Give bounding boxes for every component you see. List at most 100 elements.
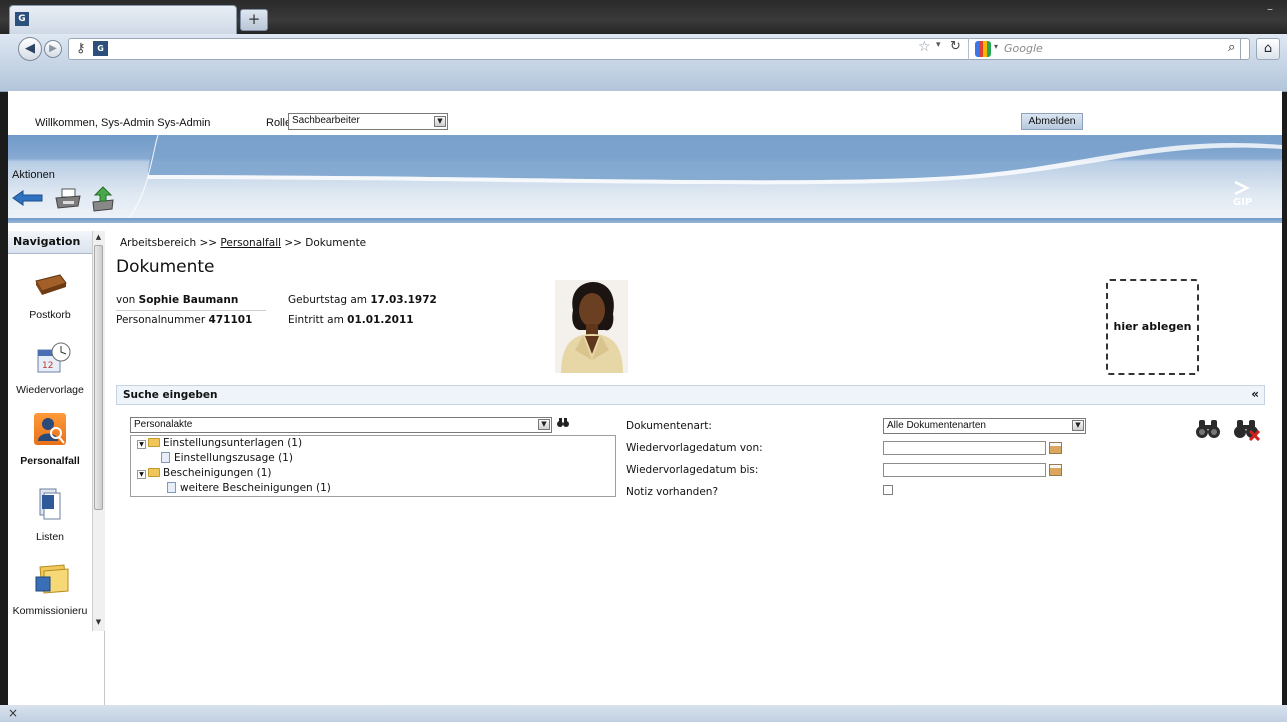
document-icon [161,452,170,463]
collapse-icon[interactable]: « [1251,387,1259,401]
navigation-panel: Navigation ▲ ▼ Postkorb 12 Wiedervorlage [8,231,105,705]
navigation-scrollbar[interactable]: ▲ ▼ [92,231,105,631]
breadcrumb-link-personalfall[interactable]: Personalfall [220,237,281,249]
search-binoculars-icon[interactable] [1196,419,1220,442]
clear-search-binoculars-icon[interactable] [1234,419,1261,444]
document-tree: ▼ Einstellungsunterlagen (1) Einstellungs… [130,435,616,497]
scroll-up-icon[interactable]: ▲ [93,231,104,243]
wv-von-input[interactable] [883,441,1046,455]
info-divider [116,310,266,311]
tree-node-einstellungszusage[interactable]: Einstellungszusage (1) [161,452,293,464]
export-icon[interactable] [90,186,116,215]
google-engine-icon[interactable] [975,41,991,57]
document-icon [167,482,176,493]
tree-node-label: Bescheinigungen (1) [163,467,272,479]
person-photo [555,280,628,373]
breadcrumb-end: >> Dokumente [281,237,367,249]
geburtstag-prefix: Geburtstag am [288,294,371,306]
nav-label-postkorb: Postkorb [29,309,71,321]
tree-search-binoculars-icon[interactable] [557,418,569,431]
collapse-toggle-icon[interactable]: ▼ [137,470,146,479]
bookmark-star-icon[interactable]: ☆ [918,39,931,55]
bookmarks-bar [0,64,1287,92]
geburtstag-row: Geburtstag am 17.03.1972 [288,294,437,306]
tree-node-label: weitere Bescheinigungen (1) [180,482,331,494]
nav-item-listen[interactable]: Listen [8,487,92,547]
calendar-clock-icon: 12 [37,342,71,373]
dokumentenart-value: Alle Dokumentenarten [887,420,986,431]
tree-node-einstellungsunterlagen[interactable]: ▼ Einstellungsunterlagen (1) [137,437,302,449]
breadcrumb: Arbeitsbereich >> Personalfall >> Dokume… [120,237,366,249]
personalnummer-row: Personalnummer 471101 [116,314,252,326]
list-document-icon [39,488,61,520]
back-action-icon[interactable] [12,190,44,209]
personalnummer-value: 471101 [208,314,253,326]
rolle-value: Sachbearbeiter [292,115,360,126]
gip-logo-text: GIP [1233,197,1252,206]
home-icon[interactable]: ⌂ [1256,38,1280,60]
nav-item-wiedervorlage[interactable]: 12 Wiedervorlage [8,342,92,402]
eintritt-value: 01.01.2011 [347,314,414,326]
search-panel-header[interactable]: Suche eingeben « [116,385,1265,405]
breadcrumb-start: Arbeitsbereich >> [120,237,221,249]
minimize-button[interactable]: – [1267,2,1273,16]
engine-dropdown-icon[interactable]: ▾ [994,42,998,51]
search-placeholder: Google [1004,42,1043,55]
close-icon[interactable]: × [8,706,18,720]
scroll-down-icon[interactable]: ▼ [93,616,104,628]
nav-item-kommissionierung[interactable]: Kommissionieru [8,561,92,621]
header-curve-decoration [8,135,1282,219]
search-panel-title: Suche eingeben [123,389,218,401]
geburtstag-value: 17.03.1972 [370,294,437,306]
person-name: Sophie Baumann [138,294,239,306]
nav-label-listen: Listen [35,531,65,543]
collapse-toggle-icon[interactable]: ▼ [137,440,146,449]
folder-icon [148,468,160,477]
calendar-icon[interactable] [1049,464,1062,476]
nav-item-personalfall[interactable]: Personalfall [8,413,92,473]
back-arrow-icon[interactable]: ◀ [18,37,42,61]
web-page: Willkommen, Sys-Admin Sys-Admin Rolle: S… [8,91,1282,705]
nav-label-wiedervorlage: Wiedervorlage [16,384,84,396]
new-tab-button[interactable]: + [240,9,268,31]
drop-zone[interactable]: hier ablegen [1106,279,1199,375]
key-icon: ⚷ [76,41,86,56]
header-separator [8,218,1282,223]
page-title: Dokumente [116,257,215,277]
wv-bis-input[interactable] [883,463,1046,477]
personalnummer-prefix: Personalnummer [116,314,209,326]
rolle-select[interactable]: Sachbearbeiter ▼ [288,113,448,130]
notiz-label: Notiz vorhanden? [626,486,719,498]
history-dropdown-icon[interactable]: ▾ [936,40,941,50]
nav-item-postkorb[interactable]: Postkorb [8,271,92,327]
akte-value: Personalakte [134,419,193,430]
inbox-tray-icon [35,274,67,295]
von-prefix: von [116,294,139,306]
svg-text:12: 12 [42,361,53,371]
navigation-title: Navigation [8,231,92,254]
browser-tab[interactable]: G [9,5,237,34]
status-bar: × [0,705,1287,722]
reload-icon[interactable]: ↻ [950,39,961,54]
tree-node-bescheinigungen[interactable]: ▼ Bescheinigungen (1) [137,467,271,479]
printer-icon[interactable] [54,188,82,213]
notiz-checkbox[interactable] [883,485,893,495]
dokumentenart-select[interactable]: Alle Dokumentenarten ▼ [883,418,1086,434]
aktionen-label: Aktionen [12,169,55,181]
akte-select[interactable]: Personalakte ▼ [130,417,552,433]
site-favicon-icon: G [15,12,29,26]
search-magnifier-icon[interactable]: ⌕ [1228,40,1235,55]
tree-node-label: Einstellungsunterlagen (1) [163,437,303,449]
rolle-dropdown-icon[interactable]: ▼ [434,116,446,127]
calendar-icon[interactable] [1049,442,1062,454]
forward-arrow-icon[interactable]: ▶ [44,40,62,58]
site-identity-icon[interactable]: G [93,41,108,56]
tree-node-weitere-bescheinigungen[interactable]: weitere Bescheinigungen (1) [167,482,331,494]
folder-box-icon [35,564,69,594]
dokumentenart-dropdown-icon[interactable]: ▼ [1072,420,1084,431]
wv-von-label: Wiedervorlagedatum von: [626,442,763,454]
wv-bis-label: Wiedervorlagedatum bis: [626,464,759,476]
scroll-thumb[interactable] [94,245,103,510]
logout-button[interactable]: Abmelden [1021,113,1083,130]
akte-dropdown-icon[interactable]: ▼ [538,419,550,430]
